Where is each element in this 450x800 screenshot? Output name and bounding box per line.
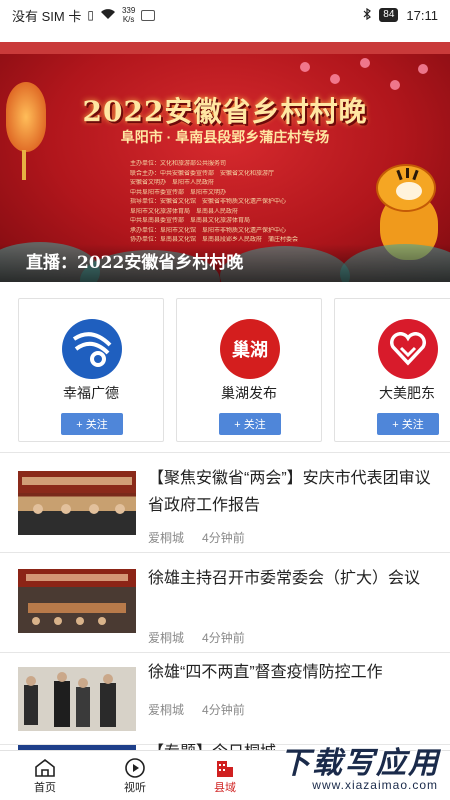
feidong-logo-icon [378, 319, 438, 379]
watermark-url: www.xiazaimao.com [312, 778, 438, 792]
news-time: 4分钟前 [202, 703, 245, 717]
credit-line: 阜阳市文化旅游体育局 阜南县人民政府 [130, 208, 239, 215]
news-thumbnail [18, 569, 136, 633]
clock: 17:11 [406, 7, 438, 23]
news-source: 爱桐城 [148, 703, 185, 717]
account-card-feidong[interactable]: 大美肥东 + 关注 [334, 298, 450, 442]
news-item[interactable]: 徐雄主持召开市委常委会（扩大）会议 爱桐城 4分钟前 [0, 552, 450, 652]
credit-line: 主办单位：文化和旅游部公共服务司 [130, 161, 227, 167]
news-title: 徐雄“四不两直”督查疫情防控工作 [148, 664, 383, 681]
nav-label: 县域 [214, 782, 236, 794]
banner-subtitle: 阜阳市 · 阜南县段郢乡蒲庄村专场 [120, 129, 330, 145]
news-title: 徐雄主持召开市委常委会（扩大）会议 [148, 570, 421, 587]
live-banner[interactable]: 2022安徽省乡村村晚 阜阳市 · 阜南县段郢乡蒲庄村专场 主办单位：文化和旅游… [0, 42, 450, 282]
status-bar: 没有 SIM 卡 ▯ 339 K/s 84 17:11 [0, 0, 450, 30]
news-meta: 爱桐城 4分钟前 [148, 529, 245, 546]
watermark-title: 下载写应用 [280, 747, 440, 780]
credit-line: 安徽省文明办 阜阳市人民政府 [130, 180, 215, 186]
news-item[interactable]: 徐雄“四不两直”督查疫情防控工作 爱桐城 4分钟前 [0, 652, 450, 752]
nav-item-media[interactable]: 视听 [90, 751, 180, 800]
banner-title: 2022安徽省乡村村晚 [82, 95, 368, 128]
account-carousel[interactable]: 幸福广德 + 关注 巢湖 巢湖发布 + 关注 大美肥东 + 关注 [0, 292, 450, 444]
account-name: 大美肥东 [379, 385, 435, 401]
account-card-guangde[interactable]: 幸福广德 + 关注 [18, 298, 164, 442]
play-icon [123, 757, 147, 779]
nav-item-home[interactable]: 首页 [0, 751, 90, 800]
news-thumbnail [18, 471, 136, 535]
news-source: 爱桐城 [148, 631, 185, 645]
news-time: 4分钟前 [202, 631, 245, 645]
news-meta: 爱桐城 4分钟前 [148, 629, 245, 646]
nav-label: 首页 [34, 782, 56, 794]
news-item[interactable]: 【聚焦安徽省“两会”】安庆市代表团审议省政府工作报告 爱桐城 4分钟前 [0, 452, 450, 552]
news-time: 4分钟前 [202, 531, 245, 545]
nav-item-county[interactable]: 县域 [180, 751, 270, 800]
follow-button[interactable]: + 关注 [377, 413, 439, 435]
battery-indicator: 84 [379, 8, 399, 22]
credit-line: 中共阜阳市委宣传部 阜阳市文明办 [130, 189, 227, 196]
account-name: 幸福广德 [63, 385, 119, 401]
wifi-icon [100, 8, 116, 23]
chaohu-logo-icon: 巢湖 [220, 319, 280, 379]
credit-line: 联合主办：中共安徽省委宣传部 安徽省文化和旅游厅 [130, 170, 275, 177]
lantern-tassel [22, 150, 26, 180]
site-watermark: 下载写应用 www.xiazaimao.com [276, 738, 444, 796]
follow-button[interactable]: + 关注 [61, 413, 123, 435]
building-icon [213, 757, 237, 779]
account-name: 巢湖发布 [221, 385, 277, 401]
notification-icon [141, 9, 156, 21]
follow-button[interactable]: + 关注 [219, 413, 281, 435]
bluetooth-icon [363, 7, 372, 23]
news-thumbnail [18, 667, 136, 731]
news-title: 【聚焦安徽省“两会”】安庆市代表团审议省政府工作报告 [148, 470, 431, 514]
guangde-logo-icon [62, 319, 122, 379]
home-icon [33, 757, 57, 779]
news-source: 爱桐城 [148, 531, 185, 545]
sim-icon: ▯ [87, 8, 94, 22]
account-card-chaohu[interactable]: 巢湖 巢湖发布 + 关注 [176, 298, 322, 442]
nav-label: 视听 [124, 782, 146, 794]
network-speed: 339 K/s [121, 6, 136, 24]
news-meta: 爱桐城 4分钟前 [148, 701, 245, 718]
chaohu-logo-text: 巢湖 [232, 340, 268, 361]
credit-line: 指导单位：安徽省文化馆 安徽省非物质文化遗产保护中心 [130, 199, 287, 205]
carrier-label: 没有 SIM 卡 [12, 8, 82, 24]
banner-caption: 直播：2022安徽省乡村村晚 [26, 253, 244, 273]
